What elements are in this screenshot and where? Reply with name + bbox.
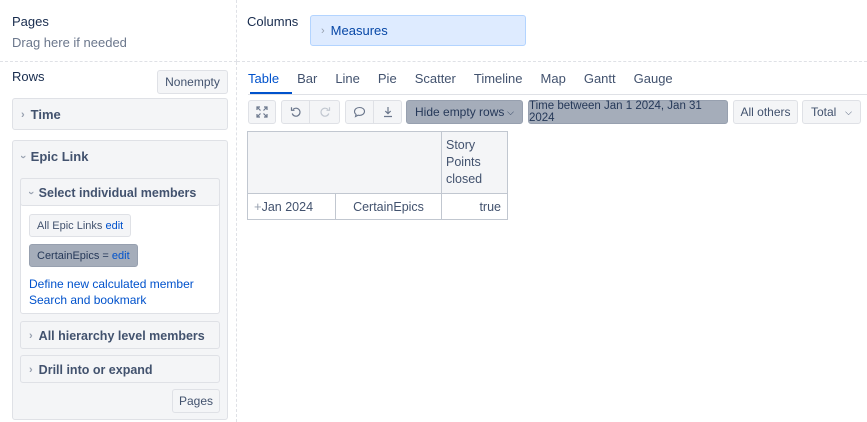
undo-button[interactable] xyxy=(281,100,310,124)
header-line: Story xyxy=(446,138,476,152)
chart-type-tabs: Table Bar Line Pie Scatter Timeline Map … xyxy=(248,68,691,92)
tab-gauge[interactable]: Gauge xyxy=(634,68,673,92)
comment-icon xyxy=(353,106,366,118)
member-certain-epics[interactable]: CertainEpics = edit xyxy=(29,244,138,267)
select-members-header[interactable]: › Select individual members xyxy=(20,178,220,206)
tab-bar[interactable]: Bar xyxy=(297,68,317,92)
download-icon xyxy=(383,107,392,118)
download-button[interactable] xyxy=(374,100,402,124)
chevron-right-icon: › xyxy=(29,330,33,342)
tab-timeline[interactable]: Timeline xyxy=(474,68,523,92)
total-label: Total xyxy=(811,105,837,119)
pages-title: Pages xyxy=(12,14,49,29)
nonempty-button[interactable]: Nonempty xyxy=(157,70,228,94)
edit-link[interactable]: edit xyxy=(105,220,123,232)
measure-header-story-points-closed[interactable]: Story Points closed xyxy=(441,131,508,194)
tabs-divider xyxy=(248,94,867,95)
hide-empty-rows-label: Hide empty rows xyxy=(415,105,505,119)
member-all-epic-links[interactable]: All Epic Links edit xyxy=(29,214,132,237)
row-member-epic[interactable]: CertainEpics xyxy=(335,193,442,220)
tab-map[interactable]: Map xyxy=(541,68,566,92)
tab-gantt[interactable]: Gantt xyxy=(584,68,616,92)
pages-drop-zone[interactable] xyxy=(0,0,237,62)
drill-label: Drill into or expand xyxy=(38,363,153,377)
redo-icon xyxy=(319,107,330,117)
search-bookmark-link[interactable]: Search and bookmark xyxy=(29,293,146,307)
time-dimension[interactable]: › Time xyxy=(12,98,228,130)
chevron-down-icon: ⌵ xyxy=(845,106,852,117)
columns-title: Columns xyxy=(247,14,299,29)
define-calculated-member-link[interactable]: Define new calculated member xyxy=(29,277,194,291)
plus-expand-icon[interactable]: + xyxy=(254,199,262,214)
row-header-corner xyxy=(247,131,442,194)
total-dropdown[interactable]: Total ⌵ xyxy=(802,100,861,124)
chevron-right-icon: › xyxy=(321,24,325,37)
all-others-button[interactable]: All others xyxy=(733,100,798,124)
expand-button[interactable] xyxy=(248,100,276,124)
chevron-down-icon: ⌵ xyxy=(507,106,514,117)
hide-empty-rows-dropdown[interactable]: Hide empty rows ⌵ xyxy=(406,100,523,124)
member-label: CertainEpics = xyxy=(37,249,109,262)
chevron-down-icon: › xyxy=(16,154,29,159)
tab-table[interactable]: Table xyxy=(248,68,279,92)
hierarchy-level-members[interactable]: › All hierarchy level members xyxy=(20,321,220,349)
time-filter-button[interactable]: Time between Jan 1 2024, Jan 31 2024 xyxy=(528,100,728,124)
expand-icon xyxy=(256,106,268,118)
tab-pie[interactable]: Pie xyxy=(378,68,397,92)
tab-line[interactable]: Line xyxy=(335,68,360,92)
row-member-time[interactable]: +Jan 2024 xyxy=(247,193,336,220)
table-row: +Jan 2024 CertainEpics true xyxy=(247,193,508,220)
pages-hint: Drag here if needed xyxy=(12,35,127,50)
comment-button[interactable] xyxy=(345,100,374,124)
time-member-label: Jan 2024 xyxy=(261,200,314,214)
redo-button[interactable] xyxy=(310,100,340,124)
chevron-right-icon: › xyxy=(21,108,25,121)
chevron-down-icon: › xyxy=(24,191,37,195)
member-label: All Epic Links xyxy=(37,219,103,232)
tab-scatter[interactable]: Scatter xyxy=(415,68,456,92)
drill-into-expand[interactable]: › Drill into or expand xyxy=(20,355,220,383)
select-members-label: Select individual members xyxy=(38,186,197,200)
edit-link[interactable]: edit xyxy=(112,250,130,262)
hierarchy-label: All hierarchy level members xyxy=(38,329,205,343)
header-line: closed xyxy=(446,172,483,186)
measures-label: Measures xyxy=(330,23,388,38)
undo-icon xyxy=(290,107,301,117)
time-dimension-label: Time xyxy=(30,107,61,122)
measures-dimension[interactable]: › Measures xyxy=(310,15,526,46)
header-line: Points xyxy=(446,155,481,169)
table-header-row: Story Points closed xyxy=(247,131,508,194)
epic-link-header[interactable]: › Epic Link xyxy=(17,149,89,164)
pages-button[interactable]: Pages xyxy=(172,389,220,413)
rows-title: Rows xyxy=(12,69,45,84)
epic-link-label: Epic Link xyxy=(30,149,89,164)
result-table: Story Points closed +Jan 2024 CertainEpi… xyxy=(247,131,508,220)
cell-value: true xyxy=(441,193,508,220)
chevron-right-icon: › xyxy=(29,364,33,376)
